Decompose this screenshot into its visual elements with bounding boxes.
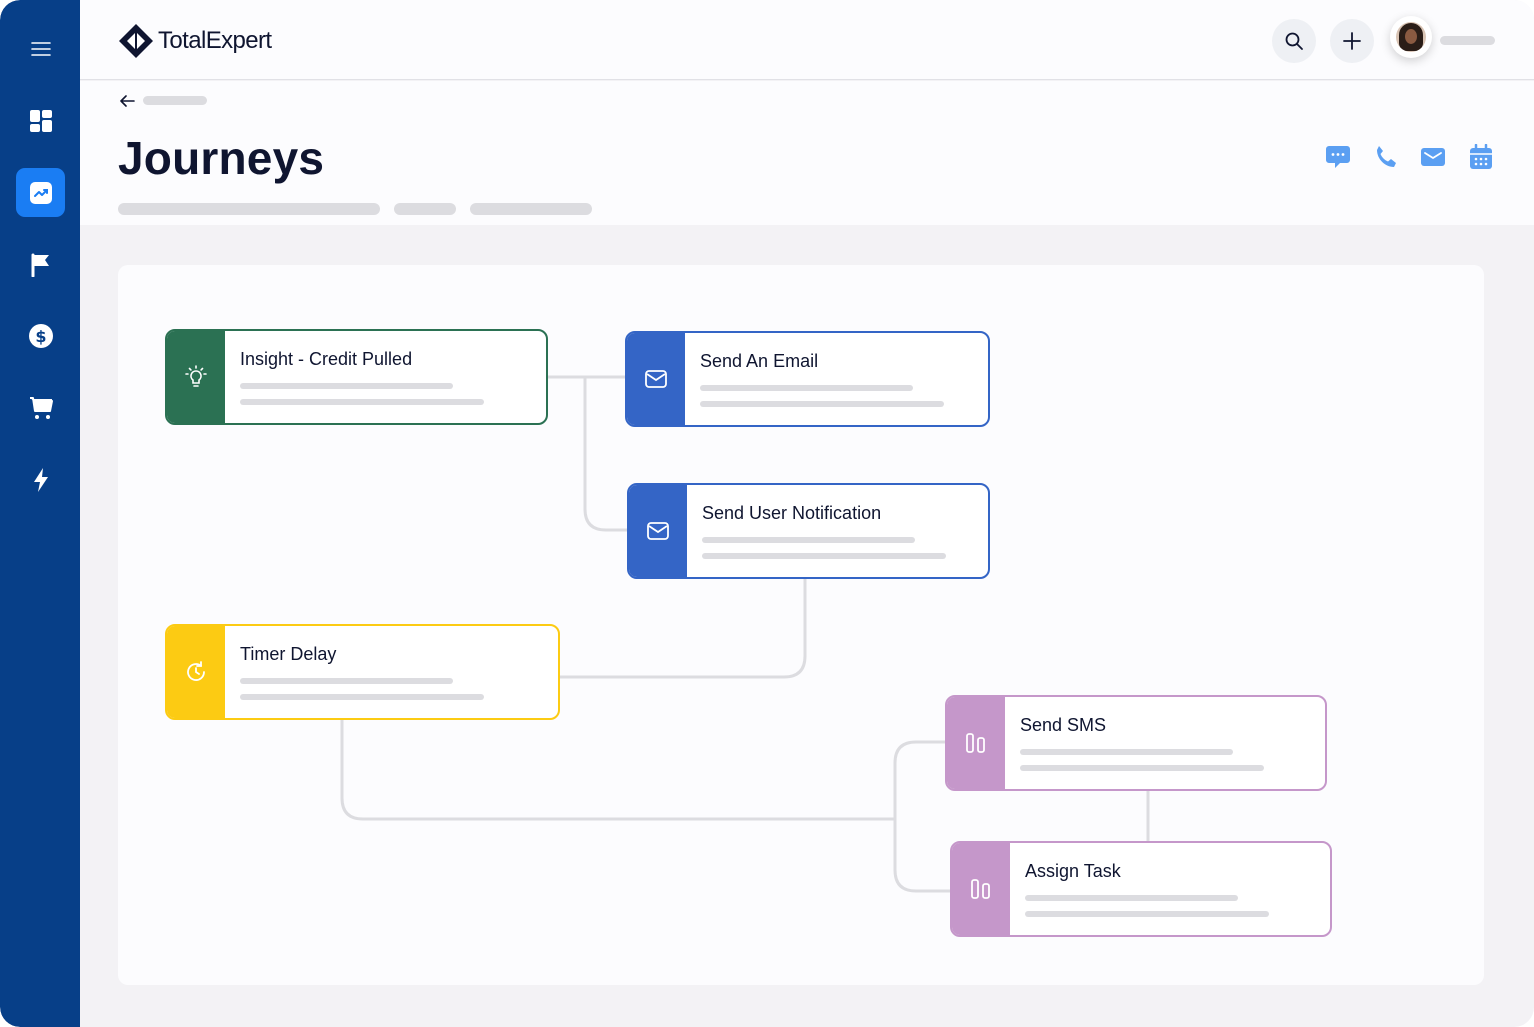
subtitle-placeholder bbox=[394, 203, 456, 215]
subtitle-placeholder bbox=[470, 203, 592, 215]
sidebar: $ bbox=[0, 0, 80, 1027]
node-detail-placeholder bbox=[700, 401, 944, 407]
user-name-placeholder[interactable] bbox=[1440, 36, 1495, 45]
search-icon bbox=[1285, 32, 1303, 50]
top-header: TotalExpert bbox=[80, 0, 1534, 80]
node-icon-tab bbox=[952, 843, 1010, 935]
svg-text:$: $ bbox=[35, 327, 46, 346]
calendar-icon bbox=[1470, 144, 1492, 169]
chat-icon bbox=[1326, 146, 1350, 168]
columns-icon bbox=[966, 733, 985, 753]
node-icon-tab bbox=[947, 697, 1005, 789]
email-button[interactable] bbox=[1419, 143, 1447, 171]
logo-text: TotalExpert bbox=[158, 27, 272, 54]
journey-node-send-sms[interactable]: Send SMS bbox=[945, 695, 1327, 791]
node-detail-placeholder bbox=[702, 553, 946, 559]
flag-icon bbox=[31, 253, 49, 277]
cart-icon bbox=[29, 396, 53, 419]
brand-logo[interactable]: TotalExpert bbox=[118, 22, 272, 60]
node-icon-tab bbox=[629, 485, 687, 577]
trend-chart-icon bbox=[29, 181, 52, 204]
journey-node-assign-task[interactable]: Assign Task bbox=[950, 841, 1332, 937]
subtitle-placeholder bbox=[118, 203, 380, 215]
envelope-icon bbox=[645, 370, 667, 388]
dollar-icon: $ bbox=[28, 323, 53, 348]
journey-node-insight[interactable]: Insight - Credit Pulled bbox=[165, 329, 548, 425]
avatar-photo bbox=[1396, 22, 1426, 52]
node-detail-placeholder bbox=[1025, 911, 1269, 917]
node-title: Timer Delay bbox=[240, 644, 337, 664]
sidebar-item-marketplace[interactable] bbox=[16, 383, 65, 432]
node-detail-placeholder bbox=[240, 383, 453, 389]
grid-icon bbox=[29, 109, 52, 132]
back-button[interactable] bbox=[118, 93, 136, 114]
sidebar-item-automations[interactable] bbox=[16, 455, 65, 504]
node-title: Send An Email bbox=[700, 351, 819, 371]
sidebar-item-campaigns[interactable] bbox=[16, 240, 65, 289]
sidebar-item-dashboard[interactable] bbox=[16, 96, 65, 145]
node-icon-tab bbox=[167, 626, 225, 718]
node-detail-placeholder bbox=[700, 385, 913, 391]
page-title: Journeys bbox=[118, 132, 325, 184]
app-window: $ TotalExpert Journeys Insight - Credit … bbox=[0, 0, 1534, 1027]
call-button[interactable] bbox=[1372, 143, 1400, 171]
calendar-button[interactable] bbox=[1467, 143, 1495, 171]
node-title: Assign Task bbox=[1025, 861, 1121, 881]
journey-node-send-email[interactable]: Send An Email bbox=[625, 331, 990, 427]
sidebar-item-loans[interactable]: $ bbox=[16, 311, 65, 360]
node-icon-tab bbox=[627, 333, 685, 425]
phone-icon bbox=[1377, 146, 1396, 167]
node-detail-placeholder bbox=[1020, 765, 1264, 771]
logo-mark-icon bbox=[119, 24, 153, 58]
node-detail-placeholder bbox=[702, 537, 915, 543]
page-header: Journeys bbox=[80, 81, 1534, 225]
envelope-icon bbox=[647, 522, 669, 540]
user-avatar[interactable] bbox=[1390, 16, 1432, 58]
journey-node-send-notification[interactable]: Send User Notification bbox=[627, 483, 990, 579]
node-detail-placeholder bbox=[240, 399, 484, 405]
chat-button[interactable] bbox=[1324, 143, 1352, 171]
node-detail-placeholder bbox=[240, 678, 453, 684]
columns-icon bbox=[971, 879, 990, 899]
node-title: Send SMS bbox=[1020, 715, 1107, 735]
plus-icon bbox=[1343, 32, 1361, 50]
journey-node-timer-delay[interactable]: Timer Delay bbox=[165, 624, 560, 720]
node-detail-placeholder bbox=[240, 694, 484, 700]
lightbulb-icon bbox=[185, 365, 207, 387]
hamburger-icon bbox=[30, 41, 51, 56]
node-detail-placeholder bbox=[1025, 895, 1238, 901]
search-button[interactable] bbox=[1272, 19, 1316, 63]
clock-icon bbox=[187, 661, 205, 681]
breadcrumb-placeholder[interactable] bbox=[143, 96, 207, 105]
email-icon bbox=[1421, 148, 1445, 166]
sidebar-item-menu[interactable] bbox=[16, 24, 65, 73]
node-title: Insight - Credit Pulled bbox=[240, 349, 413, 369]
lightning-icon bbox=[33, 467, 48, 492]
node-title: Send User Notification bbox=[702, 503, 882, 523]
node-icon-tab bbox=[167, 331, 225, 423]
add-button[interactable] bbox=[1330, 19, 1374, 63]
arrow-left-icon bbox=[120, 95, 135, 107]
node-detail-placeholder bbox=[1020, 749, 1233, 755]
sidebar-item-journeys[interactable] bbox=[16, 168, 65, 217]
